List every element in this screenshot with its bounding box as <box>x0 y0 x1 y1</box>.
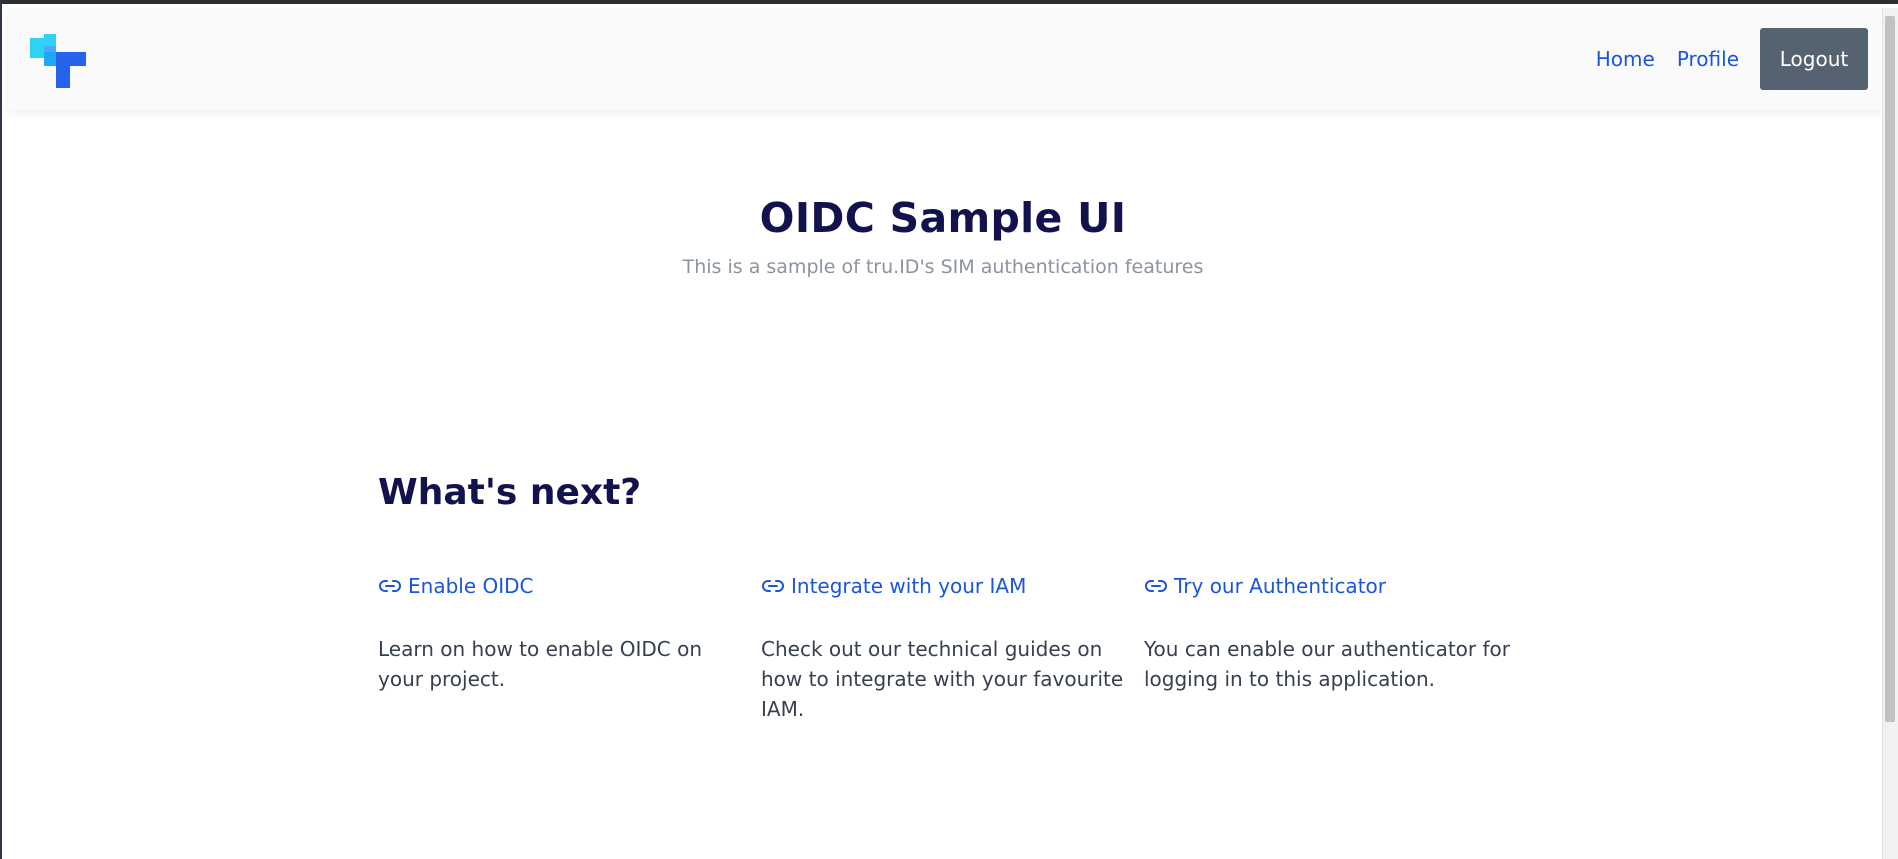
link-icon <box>1145 580 1167 592</box>
card-description: You can enable our authenticator for log… <box>1144 637 1510 691</box>
vertical-scrollbar[interactable] <box>1882 8 1898 859</box>
enable-oidc-link[interactable]: Enable OIDC <box>378 574 761 598</box>
browser-viewport: Home Profile Logout OIDC Sample UI This … <box>0 0 1898 859</box>
scrollbar-thumb[interactable] <box>1885 16 1895 722</box>
card-enable-oidc: Enable OIDC Learn on how to enable OIDC … <box>378 574 761 724</box>
nav-profile-link[interactable]: Profile <box>1677 47 1739 71</box>
card-link-label: Enable OIDC <box>408 574 534 598</box>
page-subtitle: This is a sample of tru.ID's SIM authent… <box>682 256 1204 278</box>
card-link-label: Try our Authenticator <box>1174 574 1386 598</box>
logout-button[interactable]: Logout <box>1760 28 1868 90</box>
whats-next-heading: What's next? <box>378 472 642 513</box>
link-icon <box>762 580 784 592</box>
hero-section: OIDC Sample UI This is a sample of tru.I… <box>2 194 1884 278</box>
top-navbar: Home Profile Logout <box>8 8 1882 110</box>
card-description: Check out our technical guides on how to… <box>761 637 1124 721</box>
link-icon <box>379 580 401 592</box>
card-integrate-iam: Integrate with your IAM Check out our te… <box>761 574 1144 724</box>
card-link-label: Integrate with your IAM <box>791 574 1027 598</box>
page-title: OIDC Sample UI <box>759 194 1127 242</box>
card-try-authenticator: Try our Authenticator You can enable our… <box>1144 574 1527 724</box>
next-steps-cards: Enable OIDC Learn on how to enable OIDC … <box>378 574 1528 724</box>
card-description: Learn on how to enable OIDC on your proj… <box>378 637 703 691</box>
nav-home-link[interactable]: Home <box>1596 47 1655 71</box>
try-authenticator-link[interactable]: Try our Authenticator <box>1144 574 1527 598</box>
nav-links: Home Profile Logout <box>1596 28 1868 90</box>
integrate-iam-link[interactable]: Integrate with your IAM <box>761 574 1144 598</box>
trudi-logo-icon[interactable] <box>26 30 88 92</box>
